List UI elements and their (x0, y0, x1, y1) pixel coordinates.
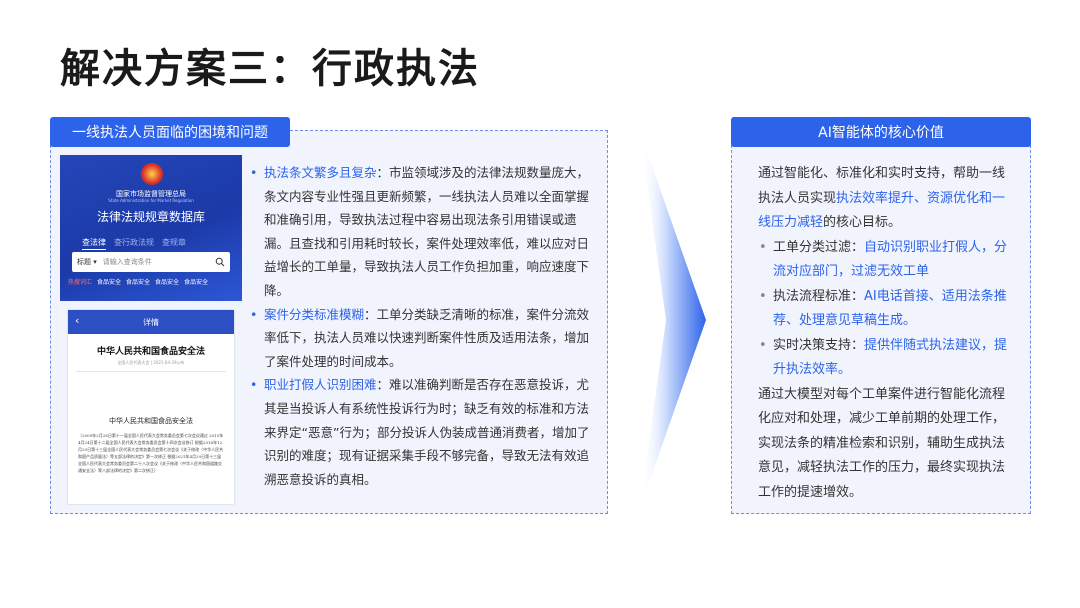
item-heading: 职业打假人识别困难 (264, 377, 377, 393)
agency-name-en: State Administration for Market Regulati… (108, 198, 194, 203)
page-title: 解决方案三：行政执法 (60, 46, 480, 92)
tab-regulations[interactable]: 查行政法规 (114, 237, 154, 250)
list-item: 案件分类标准模糊：工单分类缺乏清晰的标准，案件分流效率低下，执法人员难以快速判断… (250, 303, 598, 374)
hot-search-item[interactable]: 食品安全 (97, 277, 121, 286)
item-body: ：市监领域涉及的法律法规数量庞大，条文内容专业性强且更新频繁，一线执法人员难以全… (264, 165, 590, 298)
list-item: 执法流程标准：AI电话首接、适用法条推荐、处理意见草稿生成。 (758, 285, 1010, 334)
list-item: 执法条文繁多且复杂：市监领域涉及的法律法规数量庞大，条文内容专业性强且更新频繁，… (250, 161, 598, 303)
law-meta: 全国人民代表大会 | 2021-04-29公布 (117, 360, 185, 365)
hot-search-label: 热搜词汇 (68, 279, 93, 286)
national-emblem-icon (141, 163, 163, 185)
back-arrow-icon[interactable]: ‹ (75, 314, 79, 327)
value-outro: 通过大模型对每个工单案件进行智能化流程化应对和处理，减少工单前期的处理工作，实现… (758, 386, 1006, 500)
item-label: 执法流程标准： (773, 288, 865, 304)
hot-search-item[interactable]: 食品安全 (184, 277, 208, 286)
value-intro: 通过智能化、标准化和实时支持，帮助一线执法人员实现执法效率提升、资源优化和一线压… (758, 166, 1006, 230)
tab-laws[interactable]: 查法律 (82, 237, 106, 250)
database-tabs: 查法律 查行政法规 查规章 (82, 237, 186, 250)
item-label: 实时决策支持： (773, 337, 865, 353)
chevron-right-arrow-icon (640, 132, 706, 508)
hot-search-row: 热搜词汇 食品安全 食品安全 食品安全 食品安全 (68, 277, 208, 286)
search-input[interactable]: 请输入查询条件 (103, 257, 215, 267)
value-header: AI智能体的核心价值 (731, 117, 1031, 147)
list-item: 工单分类过滤：自动识别职业打假人，分流对应部门，过滤无效工单 (758, 236, 1010, 285)
detail-nav-bar: ‹ 详情 (68, 310, 234, 334)
search-icon[interactable] (215, 257, 225, 267)
hot-search-item[interactable]: 食品安全 (126, 277, 150, 286)
problems-header: 一线执法人员面临的困境和问题 (50, 117, 290, 147)
database-title: 法律法规规章数据库 (96, 210, 205, 224)
law-title: 中华人民共和国食品安全法 (96, 347, 205, 357)
law-database-screenshot: 国家市场监督管理总局 State Administration for Mark… (60, 155, 242, 301)
law-detail-screenshot: ‹ 详情 中华人民共和国食品安全法 全国人民代表大会 | 2021-04-29公… (68, 310, 234, 504)
item-body: ：难以准确判断是否存在恶意投诉，尤其是当投诉人有系统性投诉行为时；缺乏有效的标准… (264, 377, 590, 487)
law-search-bar[interactable]: 标题 ▾ 请输入查询条件 (72, 252, 230, 272)
law-body-text: （2009年2月28日第十一届全国人民代表大会常务委员会第七次会议通过 2015… (78, 433, 224, 473)
item-label: 工单分类过滤： (773, 239, 865, 255)
hot-search-item[interactable]: 食品安全 (155, 277, 179, 286)
problems-list: 执法条文繁多且复杂：市监领域涉及的法律法规数量庞大，条文内容专业性强且更新频繁，… (250, 161, 598, 491)
value-content: 通过智能化、标准化和实时支持，帮助一线执法人员实现执法效率提升、资源优化和一线压… (758, 162, 1010, 505)
tab-rules[interactable]: 查规章 (162, 237, 186, 250)
item-heading: 案件分类标准模糊 (264, 306, 365, 322)
divider (76, 371, 226, 372)
list-item: 职业打假人识别困难：难以准确判断是否存在恶意投诉，尤其是当投诉人有系统性投诉行为… (250, 373, 598, 491)
law-subtitle: 中华人民共和国食品安全法 (109, 417, 193, 425)
item-heading: 执法条文繁多且复杂 (264, 165, 377, 180)
search-field-select[interactable]: 标题 ▾ (77, 257, 97, 267)
list-item: 实时决策支持：提供伴随式执法建议，提升执法效率。 (758, 334, 1010, 383)
detail-bar-title: 详情 (143, 317, 159, 327)
